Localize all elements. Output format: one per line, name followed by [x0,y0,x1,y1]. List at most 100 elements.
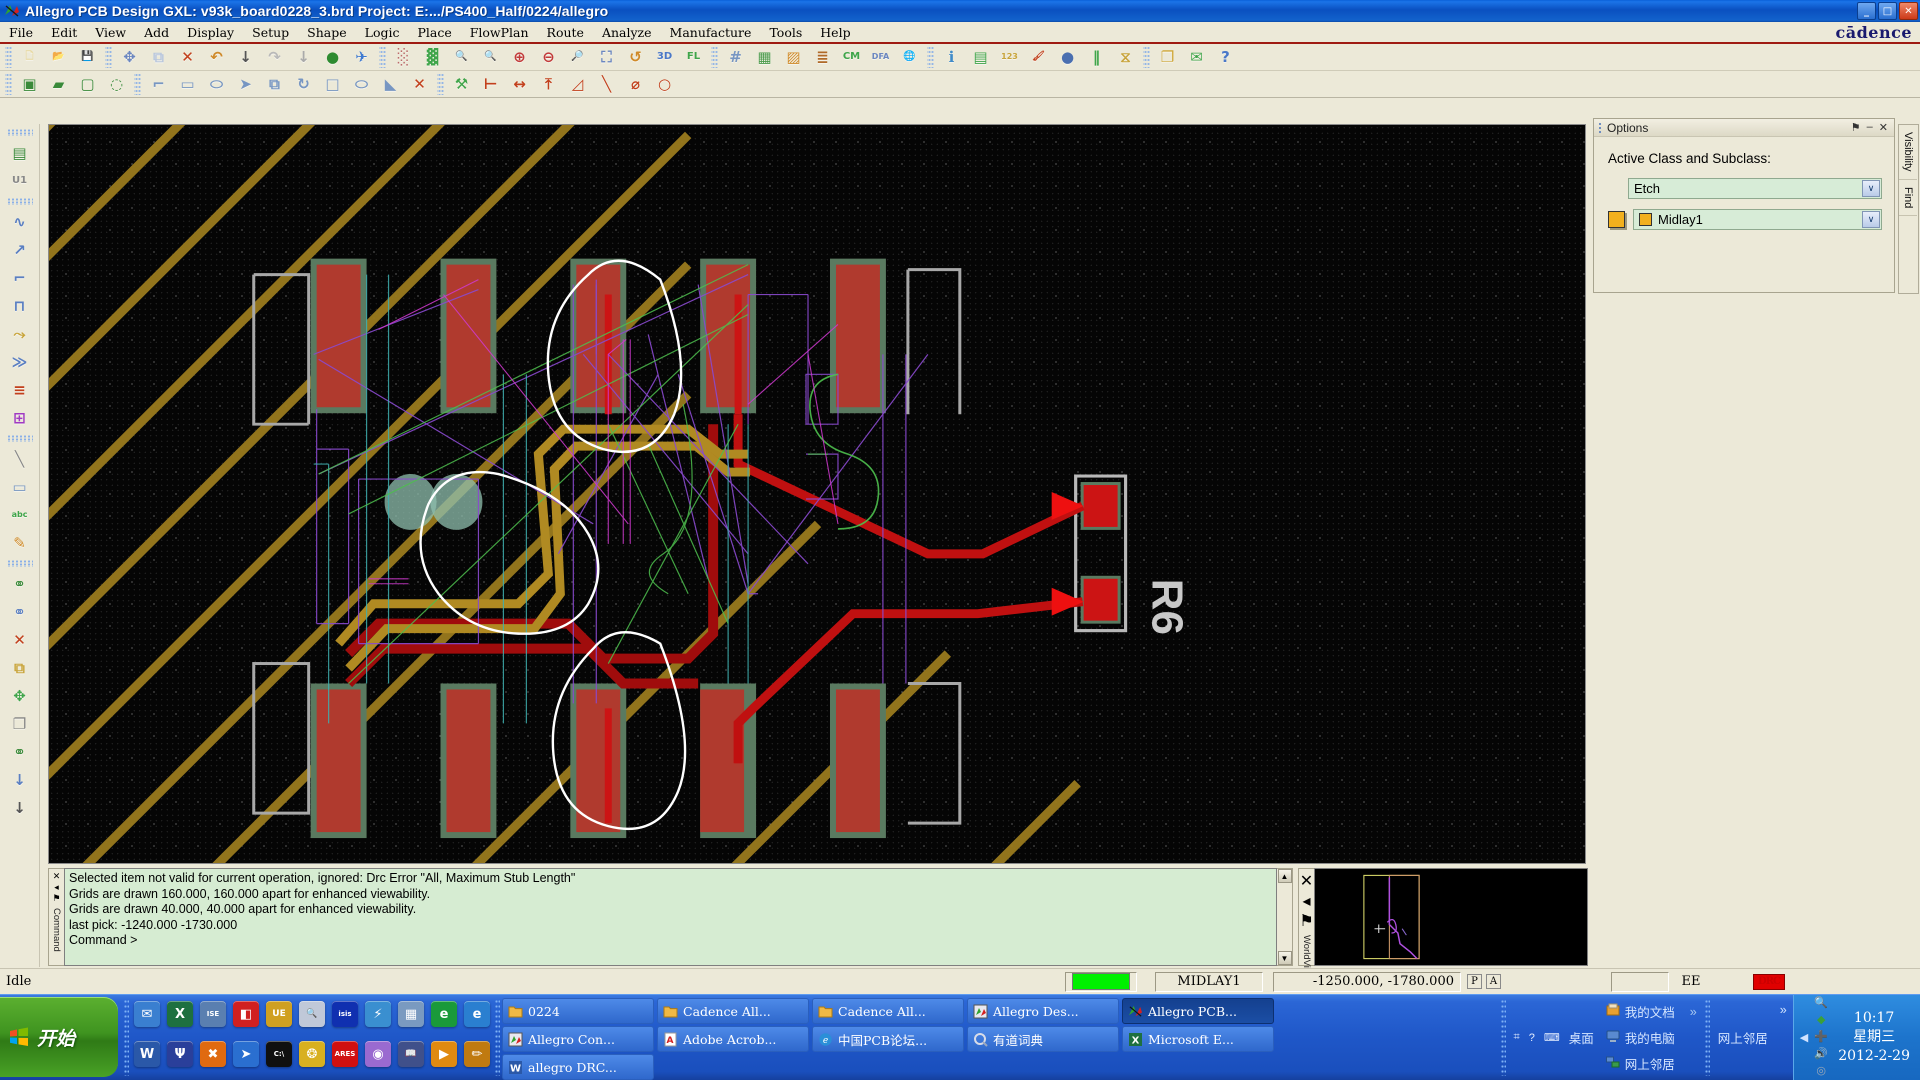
custom-smooth-icon[interactable]: ⤳ [5,320,35,348]
add-line-left-icon[interactable]: ╲ [5,445,35,473]
cd-icon[interactable]: ◉ [362,1038,394,1070]
active-subclass-select[interactable]: Midlay1 ∨ [1633,209,1882,230]
pin-icon[interactable]: ✈ [348,45,375,70]
subclass-color-swatch[interactable] [1608,211,1625,228]
toolbar-grip[interactable] [105,46,112,68]
toolbar-grip[interactable] [927,46,934,68]
deskband-network-label[interactable]: 网上邻居 [1718,1025,1768,1051]
isis-icon[interactable]: isis [329,998,361,1030]
cmd-icon[interactable]: C:\ [263,1038,295,1070]
keyboard-ime-icon[interactable]: ⌨ [1544,1031,1560,1044]
phase-tune-icon[interactable]: ⊓ [5,292,35,320]
deskband-shortcuts[interactable]: 我的文档 » 我的电脑 网上邻居 [1600,995,1703,1080]
flash-icon[interactable]: ⚡ [362,998,394,1030]
grid-toggle-icon[interactable]: ░ [390,45,417,70]
move-icon[interactable]: ✥ [116,45,143,70]
toolbar-grip[interactable] [437,73,444,95]
radial-dimension-icon[interactable]: ⌀ [622,72,649,97]
menu-item-logic[interactable]: Logic [356,23,409,42]
copy-icon[interactable]: ⧉ [145,45,172,70]
close-icon[interactable]: ✕ [1300,871,1313,891]
toolbar-grip[interactable] [6,435,33,442]
delay-tune-icon[interactable]: ⌐ [5,264,35,292]
volume-tray-icon[interactable]: 🔊 [1813,1047,1829,1063]
mediaplayer-icon[interactable]: ▶ [428,1038,460,1070]
task-button[interactable]: Cadence All... [657,998,809,1024]
zoom-out-icon[interactable]: ⊖ [535,45,562,70]
toolbar-grip[interactable] [6,560,33,567]
side-tab-strip[interactable]: Visibility Find [1898,124,1919,294]
delete-shape-icon[interactable]: ✕ [406,72,433,97]
main-toolbar[interactable]: 🗋 📂 💾 ✥ ⧉ ✕ ↶ ↓ ↷ ↓ ● ✈ ░ ▓ 🔍 🔍 ⊕ ⊖ 🔎 ⛶ ↺ 3D FL # ▦ ▨ ≣ CM DFA 🌐 ℹ ▤ 123… [0,44,1920,71]
menu-item-shape[interactable]: Shape [298,23,355,42]
ime-options-icon[interactable]: ⌗ [1514,1031,1520,1044]
task-button-list[interactable]: 0224 Cadence All... Cadence All... Allegro … [502,995,1274,1080]
save-icon[interactable]: 💾 [74,45,101,70]
task-button[interactable]: Allegro Con... [502,1026,654,1052]
pads-icon[interactable]: ◧ [230,998,262,1030]
create-fanout-icon[interactable]: ≫ [5,348,35,376]
clock[interactable]: 10:17 星期三 2012-2-29 [1834,1009,1914,1066]
dfa-icon[interactable]: DFA [867,45,894,70]
view-3d-icon[interactable]: 3D [651,45,678,70]
contour-route-icon[interactable]: ⊞ [5,404,35,432]
delete-icon[interactable]: ✕ [174,45,201,70]
move-shape-icon[interactable]: □ [319,72,346,97]
help-icon[interactable]: ? [1212,45,1239,70]
excel-icon[interactable]: X [164,998,196,1030]
active-class-select[interactable]: Etch ∨ [1628,178,1882,199]
ie-icon[interactable]: e [461,998,493,1030]
add-connect-icon[interactable]: ∿ [5,208,35,236]
flip-design-icon[interactable]: FL [680,45,707,70]
menu-item-analyze[interactable]: Analyze [593,23,661,42]
console-output[interactable]: Selected item not valid for current oper… [64,868,1277,966]
angle-mode-button[interactable]: A [1486,974,1501,989]
toolbar-grip[interactable] [6,129,33,136]
pin-icon[interactable]: ⚑ [1299,911,1313,931]
chevron-more-icon[interactable]: » [1780,997,1787,1023]
toolbar-grip[interactable] [379,46,386,68]
balloon-icon[interactable]: ○ [651,72,678,97]
console-tab-strip[interactable]: ✕ ◂ ⚑ Command [48,868,64,966]
shape-add-rect-icon[interactable]: ▣ [16,72,43,97]
net-import-icon[interactable]: ↓ [5,766,35,794]
plus-tray-icon[interactable]: ➕ [1813,1030,1829,1046]
zoom-previous-icon[interactable]: ⛶ [593,45,620,70]
worldview-canvas[interactable] [1314,868,1588,966]
zoom-world-icon[interactable]: 🔎 [564,45,591,70]
menu-item-add[interactable]: Add [135,23,178,42]
ordinate-dimension-icon[interactable]: ⤒ [535,72,562,97]
undo-icon[interactable]: ↶ [203,45,230,70]
minimize-icon[interactable]: – [1867,121,1873,134]
angular-dimension-icon[interactable]: ◿ [564,72,591,97]
dehighlight-icon[interactable]: ● [1054,45,1081,70]
menu-item-manufacture[interactable]: Manufacture [661,23,761,42]
net-export-icon[interactable]: ↓ [5,794,35,822]
panel-drag-handle[interactable] [1598,122,1602,133]
tray-icon-list[interactable]: 🔍 ◆ ➕ 🔊 ◎ [1813,996,1829,1080]
add-line-icon[interactable]: ⌐ [145,72,172,97]
psi-icon[interactable]: Ψ [164,1038,196,1070]
dimension-env-icon[interactable]: ⚒ [448,72,475,97]
collapse-icon[interactable]: ◂ [54,882,59,893]
close-button[interactable]: ✕ [1899,2,1918,20]
menubar[interactable]: File Edit View Add Display Setup Shape L… [0,22,1920,44]
menu-item-file[interactable]: File [0,23,42,42]
task-button[interactable]: e 中国PCB论坛... [812,1026,964,1052]
orcad-icon[interactable]: ✖ [197,1038,229,1070]
chevron-down-icon[interactable]: ∨ [1862,211,1880,228]
shape-select-icon[interactable]: ▢ [74,72,101,97]
task-button[interactable]: 有道词典 [967,1026,1119,1052]
chevron-more-icon[interactable]: » [1690,1005,1697,1019]
highlight-icon[interactable]: 🖌 [1025,45,1052,70]
zoom-in-icon[interactable]: ⊕ [506,45,533,70]
task-button[interactable]: Allegro PCB... [1122,998,1274,1024]
task-button[interactable]: Wallegro DRC... [502,1054,654,1080]
console-prompt[interactable]: Command > [69,933,1272,949]
collapse-icon[interactable]: ◂ [1302,891,1310,911]
slide-icon[interactable]: ↗ [5,236,35,264]
redo-icon[interactable]: ↷ [261,45,288,70]
net-rename-icon[interactable]: ⚭ [5,570,35,598]
net-copy-icon[interactable]: ⧉ [5,654,35,682]
shield-tray-icon[interactable]: ◆ [1813,1013,1829,1029]
